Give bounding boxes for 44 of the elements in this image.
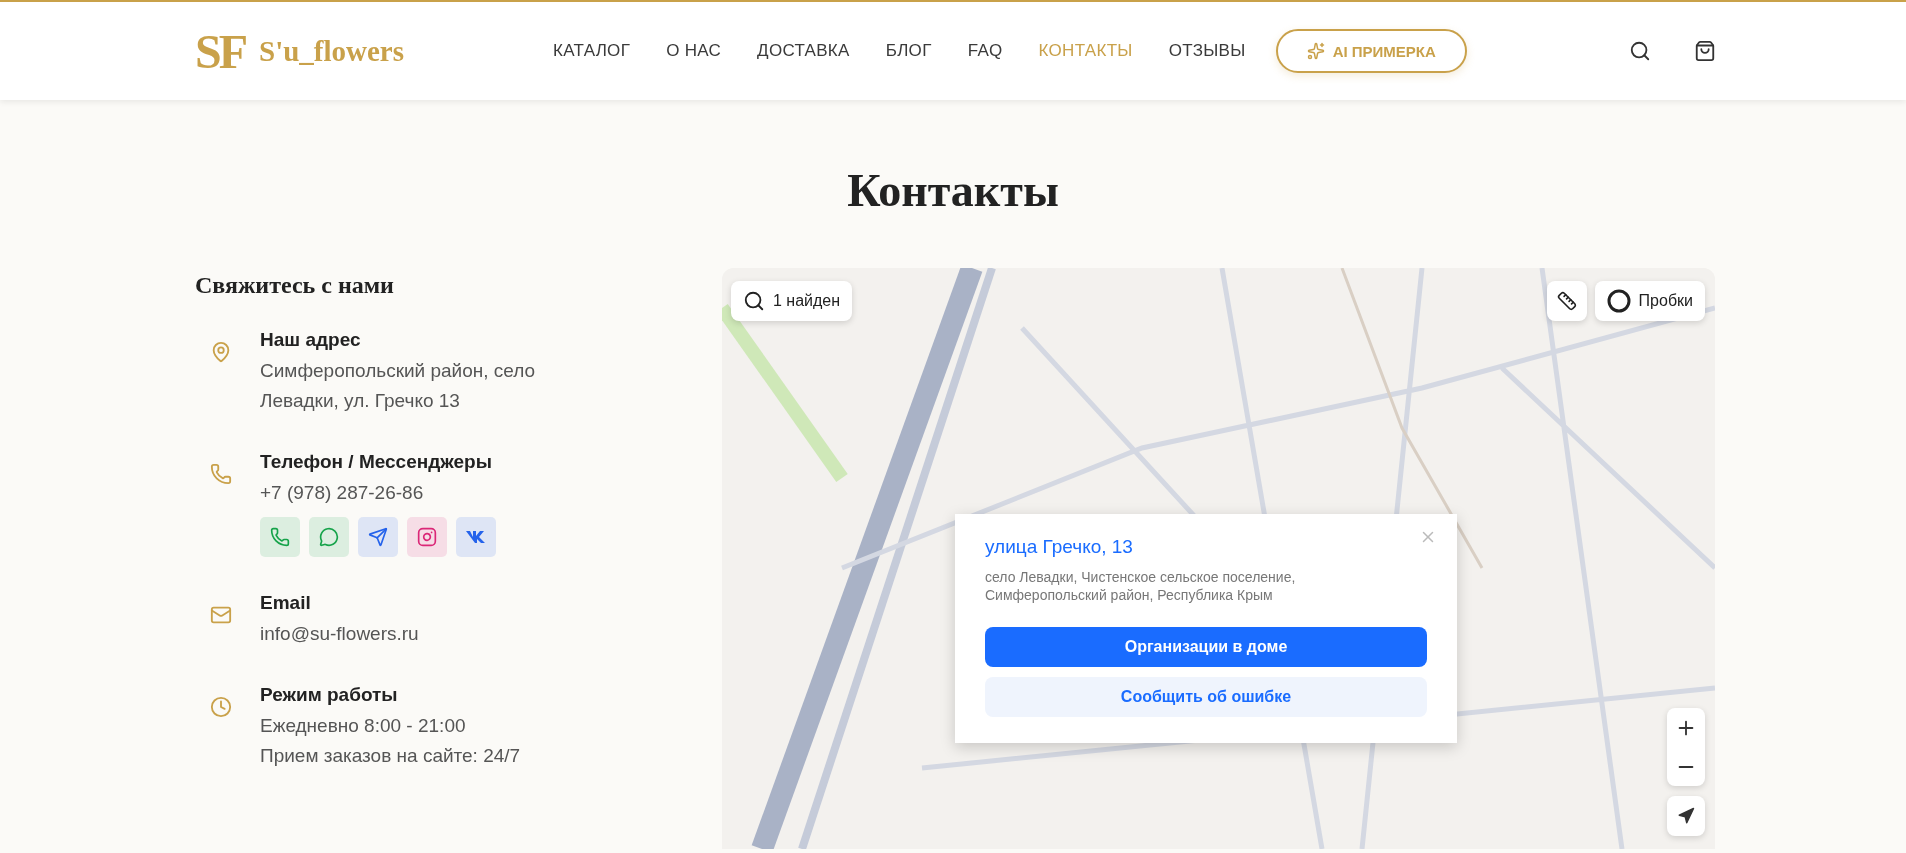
contact-label: Наш адрес — [260, 329, 362, 351]
paper-plane-icon — [368, 527, 388, 547]
search-results-button[interactable]: 1 найден — [731, 281, 853, 321]
speech-bubble-icon — [319, 527, 339, 547]
contact-label: Email — [260, 592, 312, 614]
ring-icon — [1606, 289, 1631, 313]
social-link[interactable] — [260, 517, 300, 557]
traffic-button[interactable]: Пробки — [1594, 281, 1705, 321]
map-pin-icon — [210, 341, 232, 363]
contact-text: Прием заказов на сайте: 24/7 — [260, 744, 521, 768]
social-link[interactable] — [358, 517, 398, 557]
search-icon[interactable] — [1629, 40, 1651, 62]
popup-title[interactable]: улица Гречко, 13 — [985, 536, 1427, 558]
contact-text: Левадки, ул. Гречко 13 — [260, 389, 461, 413]
social-link[interactable] — [309, 517, 349, 557]
nav-link[interactable]: ОТЗЫВЫ — [1168, 41, 1246, 61]
nav-link[interactable]: КАТАЛОГ — [553, 41, 631, 61]
search-icon — [743, 290, 765, 312]
camera-icon — [417, 527, 437, 547]
section-heading: Свяжитесь с нами — [195, 272, 395, 299]
contact-text: Симферопольский район, село — [260, 359, 536, 383]
sparkles-icon — [1306, 42, 1325, 60]
envelope-icon — [210, 604, 232, 626]
social-link[interactable] — [407, 517, 447, 557]
nav-link[interactable]: БЛОГ — [885, 41, 932, 61]
shopping-bag-icon[interactable] — [1694, 40, 1716, 62]
contact-text: info@su-flowers.ru — [260, 622, 419, 646]
nav-link[interactable]: ДОСТАВКА — [757, 41, 850, 61]
nav-link[interactable]: О НАС — [666, 41, 722, 61]
organizations-button[interactable]: Организации в доме — [985, 627, 1427, 667]
vk-logo-icon — [466, 531, 486, 543]
phone-icon — [210, 463, 232, 485]
social-link[interactable] — [456, 517, 496, 557]
contact-text: Ежедневно 8:00 - 21:00 — [260, 714, 467, 738]
contact-label: Телефон / Мессенджеры — [260, 451, 493, 473]
report-error-button[interactable]: Сообщить об ошибке — [985, 677, 1427, 717]
phone-icon — [270, 527, 290, 547]
ruler-icon[interactable] — [1547, 281, 1587, 321]
contact-text: +7 (978) 287-26-86 — [260, 481, 425, 505]
contact-label: Режим работы — [260, 684, 399, 706]
page-title: Контакты — [846, 164, 1060, 218]
popup-address: село Левадки, Чистенское сельское поселение, Симферопольский район, Республика Крым — [985, 568, 1297, 604]
clock-icon — [210, 696, 232, 718]
nav-link[interactable]: FAQ — [967, 41, 1003, 61]
